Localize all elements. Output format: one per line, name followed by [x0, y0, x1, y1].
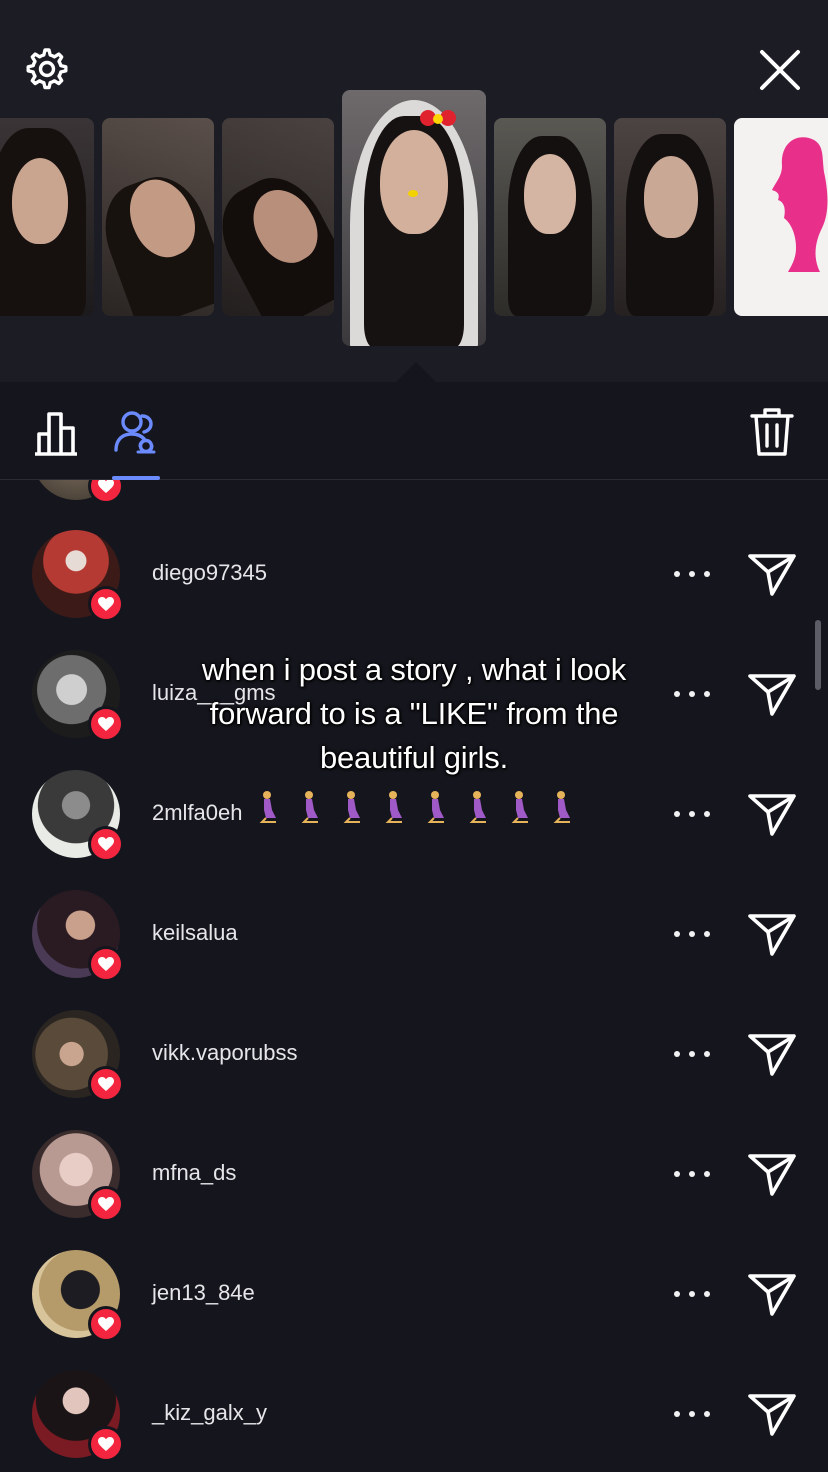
more-options-icon[interactable]	[674, 920, 710, 948]
send-icon[interactable]	[746, 1390, 798, 1438]
liked-heart-badge	[88, 826, 124, 862]
viewer-username[interactable]: vikk.vaporubss	[152, 1040, 298, 1066]
heart-icon	[98, 957, 114, 971]
barbie-silhouette-icon	[772, 137, 828, 272]
overlay-caption: when i post a story , what i look forwar…	[201, 652, 627, 775]
liked-heart-badge	[88, 946, 124, 982]
list-item[interactable]: vikk.vaporubss	[0, 1010, 828, 1130]
gear-icon[interactable]	[24, 46, 70, 92]
trash-icon[interactable]	[748, 406, 796, 458]
more-options-icon[interactable]	[674, 560, 710, 588]
kneeling-person-icon-row	[259, 790, 571, 823]
viewer-username[interactable]: jen13_84e	[152, 1280, 255, 1306]
heart-icon	[98, 597, 114, 611]
more-options-icon[interactable]	[674, 1040, 710, 1068]
liked-heart-badge	[88, 1066, 124, 1102]
more-options-icon[interactable]	[674, 800, 710, 828]
viewer-username[interactable]: mfna_ds	[152, 1160, 236, 1186]
list-item[interactable]	[0, 480, 828, 532]
more-options-icon[interactable]	[674, 680, 710, 708]
send-icon[interactable]	[746, 550, 798, 598]
close-icon[interactable]	[756, 46, 804, 94]
more-options-icon[interactable]	[674, 1400, 710, 1428]
viewer-username[interactable]: 2mlfa0eh	[152, 800, 243, 826]
story-thumbnail[interactable]	[614, 118, 726, 316]
send-icon[interactable]	[746, 790, 798, 838]
heart-icon	[98, 717, 114, 731]
liked-heart-badge	[88, 1306, 124, 1342]
heart-icon	[98, 480, 114, 493]
viewer-list: diego97345 luiza___gms 2mlfa0eh keilsalu…	[0, 480, 828, 1472]
send-icon[interactable]	[746, 1150, 798, 1198]
liked-heart-badge	[88, 1426, 124, 1462]
heart-icon	[98, 1077, 114, 1091]
list-item[interactable]: 2mlfa0eh	[0, 770, 828, 890]
more-options-icon[interactable]	[674, 1160, 710, 1188]
viewer-username[interactable]: _kiz_galx_y	[152, 1400, 267, 1426]
story-strip	[0, 0, 828, 382]
more-options-icon[interactable]	[674, 1280, 710, 1308]
scrollbar[interactable]	[815, 620, 821, 690]
heart-icon	[98, 1197, 114, 1211]
heart-icon	[98, 1437, 114, 1451]
story-thumbnail[interactable]	[0, 118, 94, 316]
liked-heart-badge	[88, 706, 124, 742]
tab-bar	[0, 382, 828, 480]
heart-icon	[98, 837, 114, 851]
heart-icon	[98, 1317, 114, 1331]
story-thumbnail[interactable]	[494, 118, 606, 316]
list-item[interactable]: jen13_84e	[0, 1250, 828, 1370]
liked-heart-badge	[88, 1186, 124, 1222]
send-icon[interactable]	[746, 910, 798, 958]
selected-story-pointer	[396, 362, 436, 382]
list-item[interactable]: _kiz_galx_y	[0, 1370, 828, 1472]
story-thumbnail[interactable]	[734, 118, 828, 316]
send-icon[interactable]	[746, 1270, 798, 1318]
bar-chart-icon[interactable]	[32, 408, 80, 458]
list-item[interactable]: keilsalua	[0, 890, 828, 1010]
liked-heart-badge	[88, 586, 124, 622]
send-icon[interactable]	[746, 670, 798, 718]
viewers-icon[interactable]	[110, 406, 162, 458]
story-thumbnail[interactable]	[102, 118, 214, 316]
story-thumbnail[interactable]	[222, 118, 334, 316]
list-item[interactable]: mfna_ds	[0, 1130, 828, 1250]
list-item[interactable]: diego97345	[0, 530, 828, 650]
viewer-username[interactable]: diego97345	[152, 560, 267, 586]
send-icon[interactable]	[746, 1030, 798, 1078]
liked-heart-badge	[88, 480, 124, 504]
viewer-username[interactable]: keilsalua	[152, 920, 238, 946]
story-thumbnail-selected[interactable]	[342, 90, 486, 346]
